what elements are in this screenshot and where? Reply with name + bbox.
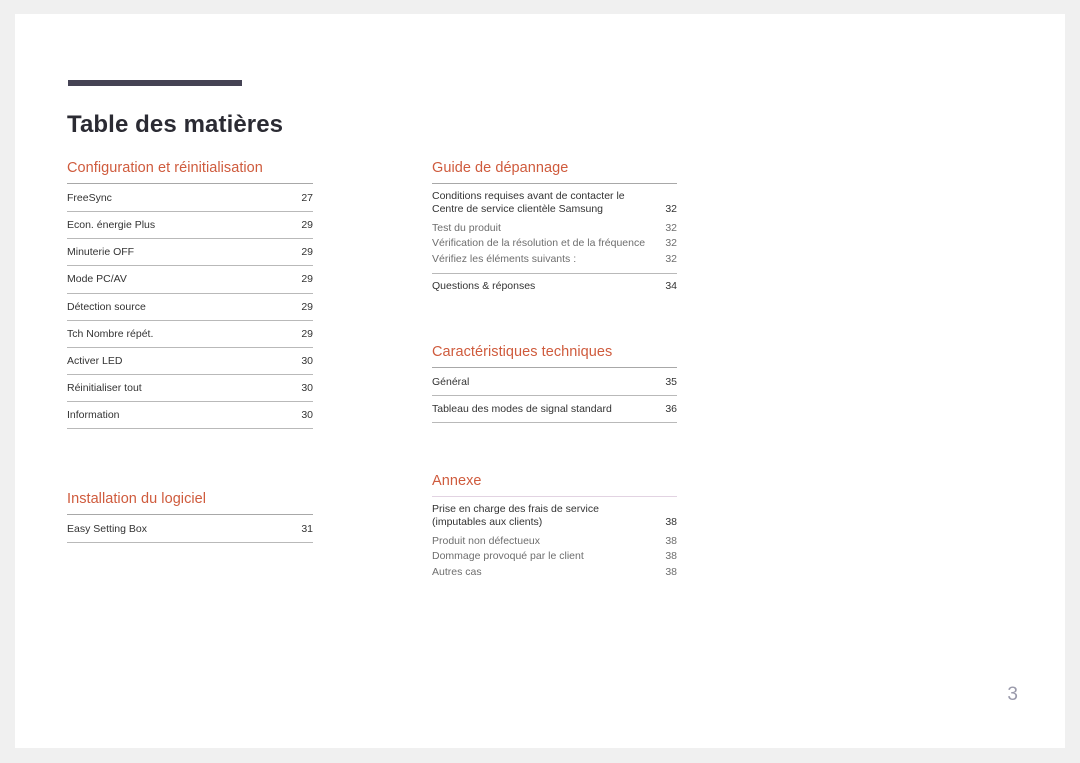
toc-subentry[interactable]: Produit non défectueux 38 xyxy=(432,529,677,549)
toc-subentry-page: 32 xyxy=(665,222,677,235)
toc-left-column: Configuration et réinitialisation FreeSy… xyxy=(67,160,313,544)
toc-right-column: Guide de dépannage Conditions requises a… xyxy=(432,160,677,580)
toc-subentry[interactable]: Vérification de la résolution et de la f… xyxy=(432,236,677,251)
toc-entry-label: Activer LED xyxy=(67,354,123,367)
toc-subentry-label: Test du produit xyxy=(432,222,501,235)
toc-entry-page: 30 xyxy=(301,381,313,394)
toc-entry-page: 29 xyxy=(301,300,313,313)
toc-entry-label: Réinitialiser tout xyxy=(67,381,142,394)
toc-entry[interactable]: Général 35 xyxy=(432,368,677,396)
toc-entry-page: 30 xyxy=(301,354,313,367)
toc-subentry[interactable]: Vérifiez les éléments suivants : 32 xyxy=(432,252,677,267)
toc-entry[interactable]: Activer LED 30 xyxy=(67,348,313,375)
toc-entry-label-line2: (imputables aux clients) xyxy=(432,516,543,529)
toc-subentry-page: 38 xyxy=(665,550,677,563)
toc-entry-page: 34 xyxy=(665,279,677,292)
page-title: Table des matières xyxy=(67,111,284,139)
toc-entry-label: Econ. énergie Plus xyxy=(67,219,156,232)
document-page: Table des matières Configuration et réin… xyxy=(15,14,1065,748)
toc-section-configuration: Configuration et réinitialisation FreeSy… xyxy=(67,160,313,430)
toc-entry[interactable]: Questions & réponses 34 xyxy=(432,274,677,294)
toc-entry-label: Général xyxy=(432,375,470,388)
toc-subentry-label: Vérifiez les éléments suivants : xyxy=(432,252,577,265)
toc-subentry-page: 32 xyxy=(665,237,677,250)
toc-entry[interactable]: Prise en charge des frais de service (im… xyxy=(432,497,677,529)
toc-entry-label: Détection source xyxy=(67,300,146,313)
toc-entry-page: 29 xyxy=(301,327,313,340)
column-spacer xyxy=(432,294,677,344)
toc-section-installation: Installation du logiciel Easy Setting Bo… xyxy=(67,491,313,544)
toc-entry[interactable]: Econ. énergie Plus 29 xyxy=(67,212,313,240)
toc-entry-page: 32 xyxy=(665,203,677,216)
toc-entry-label: Tableau des modes de signal standard xyxy=(432,402,612,415)
toc-subentry[interactable]: Dommage provoqué par le client 38 xyxy=(432,549,677,564)
toc-entry[interactable]: FreeSync 27 xyxy=(67,184,313,213)
toc-entry-page: 31 xyxy=(301,523,313,536)
toc-subentry-label: Vérification de la résolution et de la f… xyxy=(432,237,646,250)
toc-entry[interactable]: Tch Nombre répét. 29 xyxy=(67,321,313,348)
toc-entry[interactable]: Conditions requises avant de contacter l… xyxy=(432,184,677,216)
toc-entry[interactable]: Réinitialiser tout 30 xyxy=(67,375,313,402)
toc-subentry-label: Produit non défectueux xyxy=(432,535,540,548)
toc-entry-page: 29 xyxy=(301,246,313,259)
toc-entry-label-line1: Conditions requises avant de contacter l… xyxy=(432,190,625,202)
toc-subentry-page: 32 xyxy=(665,252,677,265)
toc-entry[interactable]: Minuterie OFF 29 xyxy=(67,239,313,267)
page-number: 3 xyxy=(1007,684,1018,705)
column-spacer xyxy=(67,429,313,491)
toc-entry-label: Mode PC/AV xyxy=(67,273,127,286)
title-accent-bar xyxy=(68,80,242,86)
toc-subentry[interactable]: Autres cas 38 xyxy=(432,565,677,580)
toc-entry-page: 36 xyxy=(665,402,677,415)
section-heading: Caractéristiques techniques xyxy=(432,343,613,360)
toc-entry-label-line2: Centre de service clientèle Samsung xyxy=(432,203,604,216)
toc-subentry-page: 38 xyxy=(665,535,677,548)
toc-subentry-page: 38 xyxy=(665,565,677,578)
column-spacer xyxy=(432,423,677,473)
toc-entry-page: 30 xyxy=(301,409,313,421)
section-heading: Guide de dépannage xyxy=(432,160,569,176)
toc-entry[interactable]: Mode PC/AV 29 xyxy=(67,266,313,294)
toc-subentry[interactable]: Test du produit 32 xyxy=(432,216,677,236)
toc-subentry-label: Autres cas xyxy=(432,565,482,578)
toc-entry-label: FreeSync xyxy=(67,192,112,204)
toc-entry-label-line1: Prise en charge des frais de service xyxy=(432,503,599,515)
toc-entry-label: Information xyxy=(67,409,120,421)
toc-entry-page: 29 xyxy=(301,273,313,286)
toc-entry-page: 27 xyxy=(301,192,313,204)
section-heading: Annexe xyxy=(432,473,482,489)
toc-entry-label: Easy Setting Box xyxy=(67,523,147,536)
section-heading: Installation du logiciel xyxy=(67,491,207,508)
toc-subentry-label: Dommage provoqué par le client xyxy=(432,550,584,563)
toc-entry[interactable]: Tableau des modes de signal standard 36 xyxy=(432,396,677,423)
toc-entry-label: Minuterie OFF xyxy=(67,246,135,259)
toc-section-appendix: Annexe Prise en charge des frais de serv… xyxy=(432,473,677,580)
section-heading: Configuration et réinitialisation xyxy=(67,160,263,176)
toc-section-troubleshooting: Guide de dépannage Conditions requises a… xyxy=(432,160,677,294)
toc-entry-page: 29 xyxy=(301,219,313,232)
toc-entry[interactable]: Information 30 xyxy=(67,402,313,430)
toc-section-specifications: Caractéristiques techniques Général 35 T… xyxy=(432,344,677,423)
toc-entry[interactable]: Détection source 29 xyxy=(67,294,313,321)
toc-entry-page: 38 xyxy=(665,516,677,529)
toc-entry[interactable]: Easy Setting Box 31 xyxy=(67,515,313,544)
toc-entry-label: Tch Nombre répét. xyxy=(67,327,154,340)
toc-entry-label: Questions & réponses xyxy=(432,279,536,292)
toc-entry-page: 35 xyxy=(665,375,677,388)
